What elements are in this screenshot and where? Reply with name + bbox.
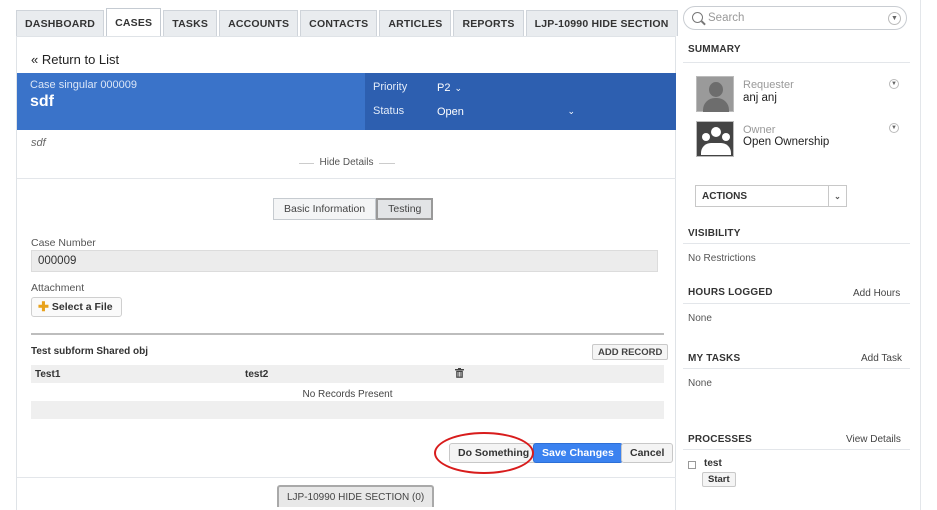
case-type-label: Case singular 000009 <box>30 79 138 91</box>
start-process-button[interactable]: Start <box>702 472 736 487</box>
status-value: Open <box>437 106 464 118</box>
visibility-heading: VISIBILITY <box>688 228 741 239</box>
plus-icon: ✚ <box>38 299 49 314</box>
hours-logged-heading: HOURS LOGGED <box>688 287 773 298</box>
chevron-down-icon[interactable]: ⌄ <box>828 186 846 206</box>
tab-testing[interactable]: Testing <box>376 198 434 220</box>
owner-value: Open Ownership <box>743 136 830 148</box>
case-number-label: Case Number <box>31 237 96 249</box>
case-number-field: 000009 <box>31 250 658 272</box>
tab-dashboard[interactable]: DASHBOARD <box>16 10 105 36</box>
tab-hide-section[interactable]: LJP-10990 HIDE SECTION <box>525 10 678 36</box>
divider <box>683 62 910 63</box>
tab-reports[interactable]: REPORTS <box>453 10 524 36</box>
add-hours-link[interactable]: Add Hours <box>853 288 900 299</box>
save-changes-button[interactable]: Save Changes <box>533 443 623 463</box>
tab-basic-information[interactable]: Basic Information <box>273 198 377 220</box>
search-input[interactable]: Search <box>708 12 744 24</box>
chevron-down-icon[interactable]: ▼ <box>889 123 899 133</box>
avatar-head <box>709 82 723 97</box>
status-select[interactable]: Open ⌄ <box>437 106 575 118</box>
select-file-button[interactable]: ✚ Select a File <box>31 297 122 317</box>
hours-logged-value: None <box>688 313 712 324</box>
priority-value: P2 <box>437 82 451 94</box>
avatar-head <box>711 127 721 137</box>
column-header-test1: Test1 <box>35 369 61 380</box>
chevron-down-icon[interactable]: ▼ <box>889 79 899 89</box>
add-task-link[interactable]: Add Task <box>861 353 902 364</box>
hide-section-tab[interactable]: LJP-10990 HIDE SECTION (0) <box>277 485 435 507</box>
case-meta-block: Priority P2 ⌄ Status Open ⌄ <box>365 73 676 130</box>
my-tasks-heading: MY TASKS <box>688 353 741 364</box>
requester-label: Requester <box>743 79 794 91</box>
cancel-button[interactable]: Cancel <box>621 443 674 463</box>
actions-dropdown[interactable]: ACTIONS ⌄ <box>695 185 847 207</box>
case-detail-panel: « Return to List Case singular 000009 sd… <box>16 36 676 510</box>
avatar-body <box>703 98 729 112</box>
tab-accounts[interactable]: ACCOUNTS <box>219 10 299 36</box>
requester-value: anj anj <box>743 92 777 104</box>
column-header-test2: test2 <box>245 369 269 380</box>
tab-bar: DASHBOARD CASES TASKS ACCOUNTS CONTACTS … <box>16 8 680 36</box>
user-avatar-icon <box>696 76 734 112</box>
chevron-down-icon: ⌄ <box>454 83 463 93</box>
actions-label: ACTIONS <box>702 191 747 202</box>
avatar-head <box>702 133 710 141</box>
chevron-down-icon[interactable]: ▼ <box>888 12 901 25</box>
highlight-annotation <box>434 432 534 474</box>
processes-heading: PROCESSES <box>688 434 753 445</box>
hide-details-label: Hide Details <box>313 157 380 168</box>
subform-table-footer <box>31 401 664 419</box>
divider <box>683 243 910 244</box>
view-details-link[interactable]: View Details <box>846 434 901 445</box>
process-checkbox[interactable] <box>688 461 696 469</box>
summary-heading: SUMMARY <box>688 44 741 55</box>
search-box[interactable]: Search ▼ <box>683 6 907 30</box>
group-avatar-icon <box>696 121 734 157</box>
divider <box>17 178 676 179</box>
attachment-label: Attachment <box>31 282 85 294</box>
tab-contacts[interactable]: CONTACTS <box>300 10 378 36</box>
visibility-value: No Restrictions <box>688 253 756 264</box>
divider <box>31 333 664 335</box>
divider <box>17 477 676 478</box>
priority-label: Priority <box>373 81 408 93</box>
page: DASHBOARD CASES TASKS ACCOUNTS CONTACTS … <box>0 0 937 510</box>
my-tasks-value: None <box>688 378 712 389</box>
subform-table-header: Test1 test2 <box>31 365 664 383</box>
select-file-label: Select a File <box>51 301 113 313</box>
hide-details-toggle[interactable]: Hide Details <box>17 157 676 168</box>
process-name: test <box>704 458 722 469</box>
chevron-down-icon: ⌄ <box>567 106 575 116</box>
divider <box>683 368 910 369</box>
owner-label: Owner <box>743 124 776 136</box>
subform-title: Test subform Shared obj <box>31 346 149 357</box>
avatar-head <box>722 133 730 141</box>
add-record-button[interactable]: ADD RECORD <box>592 344 669 360</box>
divider <box>683 303 910 304</box>
tab-tasks[interactable]: TASKS <box>163 10 218 36</box>
priority-select[interactable]: P2 ⌄ <box>437 82 462 94</box>
tab-cases[interactable]: CASES <box>106 8 162 36</box>
case-description: sdf <box>31 137 46 149</box>
search-icon <box>692 12 703 23</box>
no-records-message: No Records Present <box>302 389 393 400</box>
trash-icon[interactable] <box>455 368 464 378</box>
section-switcher: Basic Information Testing <box>273 198 434 220</box>
divider <box>683 449 910 450</box>
tab-articles[interactable]: ARTICLES <box>379 10 452 36</box>
avatar-body <box>701 143 731 155</box>
case-header: Case singular 000009 sdf Priority P2 ⌄ St… <box>17 73 676 130</box>
case-title: sdf <box>30 93 54 110</box>
status-label: Status <box>373 105 405 117</box>
return-to-list-link[interactable]: « Return to List <box>31 52 119 67</box>
case-title-block: Case singular 000009 sdf <box>17 73 365 130</box>
